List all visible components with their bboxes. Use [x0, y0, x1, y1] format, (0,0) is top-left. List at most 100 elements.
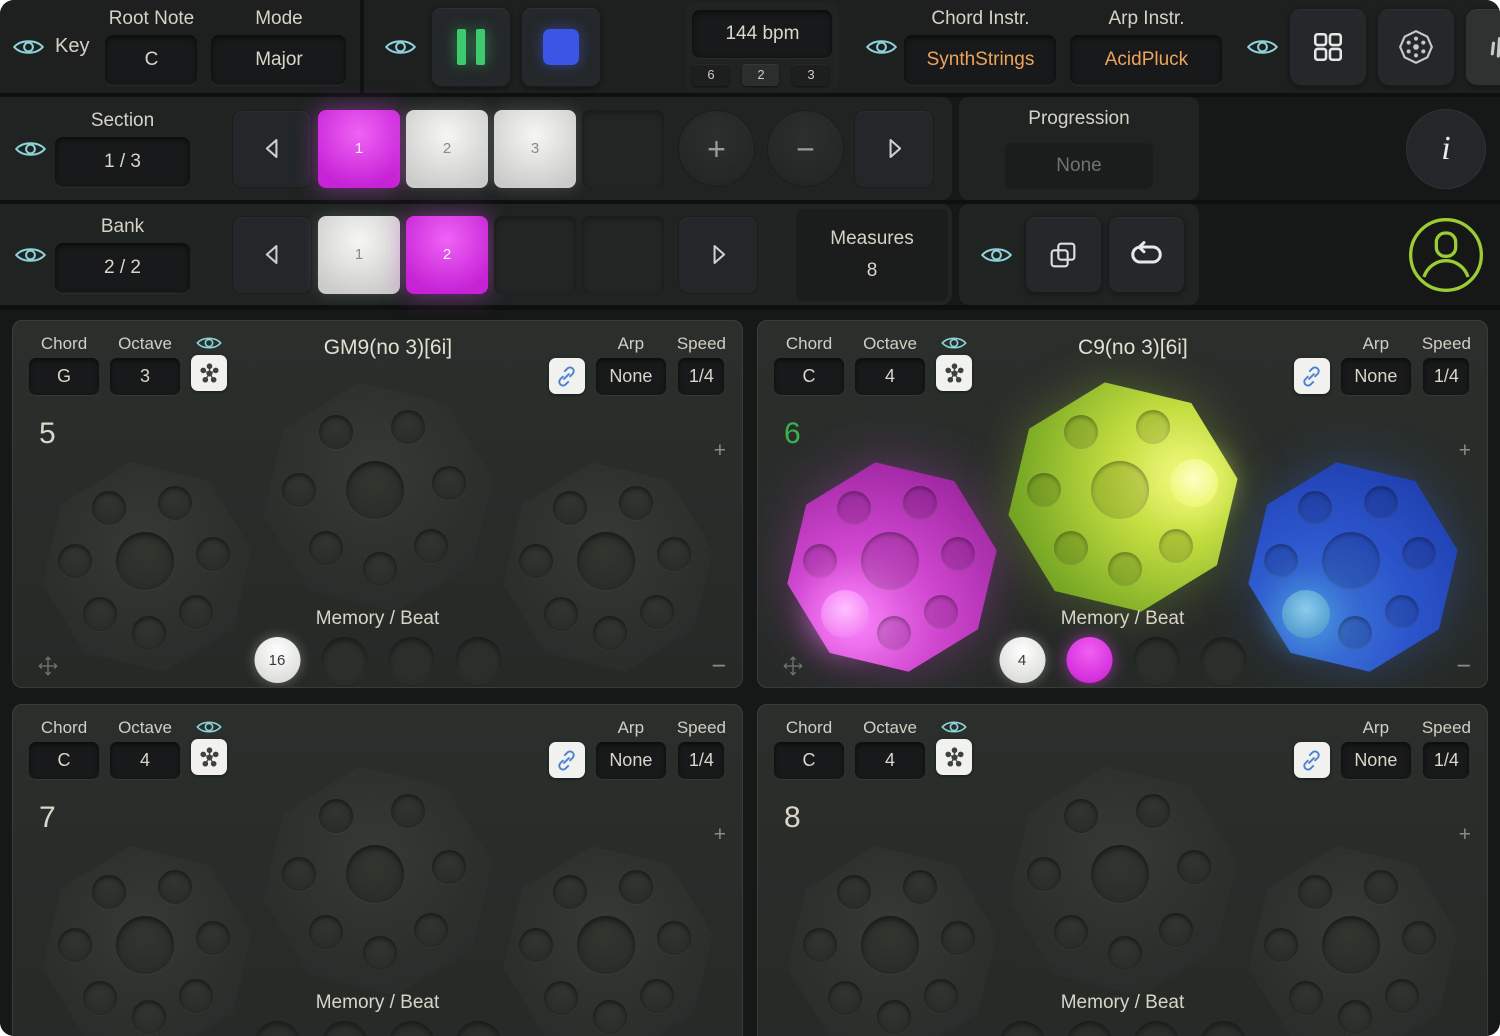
octave-select[interactable]: 4	[110, 742, 180, 779]
pad-note-dot[interactable]	[553, 875, 587, 909]
chord-pad-octagon[interactable]	[786, 845, 998, 1036]
speed-select[interactable]: 1/4	[678, 742, 724, 779]
prev-bank-button[interactable]	[232, 216, 312, 294]
pad-center-dot[interactable]	[577, 532, 635, 590]
time-signature-box[interactable]: 3	[792, 64, 829, 86]
pad-note-dot[interactable]	[657, 537, 691, 571]
pad-note-dot[interactable]	[1298, 491, 1332, 525]
pad-note-dot[interactable]	[1159, 913, 1193, 947]
memory-beat-cell[interactable]	[388, 1021, 434, 1036]
pad-note-dot[interactable]	[363, 936, 397, 970]
link-icon[interactable]	[1294, 358, 1330, 394]
section-pad-4[interactable]	[582, 110, 664, 188]
progression-select[interactable]: None	[1005, 143, 1153, 189]
mode-select[interactable]: Major	[211, 35, 346, 85]
transport-visibility-eye-icon[interactable]	[384, 36, 417, 58]
pad-note-dot[interactable]	[1289, 981, 1323, 1015]
pad-note-dot[interactable]	[319, 799, 353, 833]
sticks-view-button[interactable]	[1465, 8, 1500, 86]
add-pad-button[interactable]: +	[714, 823, 726, 847]
octave-select[interactable]: 4	[855, 742, 925, 779]
pad-note-dot[interactable]	[544, 597, 578, 631]
pad-note-dot[interactable]	[640, 979, 674, 1013]
section-pad-2[interactable]: 2	[406, 110, 488, 188]
pad-note-dot[interactable]	[803, 544, 837, 578]
pad-note-dot[interactable]	[158, 486, 192, 520]
pad-note-dot[interactable]	[196, 921, 230, 955]
pad-note-dot[interactable]	[363, 552, 397, 586]
info-button[interactable]: i	[1406, 109, 1486, 189]
memory-beat-cell[interactable]	[1200, 637, 1246, 683]
chord-pad-octagon[interactable]	[502, 461, 714, 673]
pad-note-dot[interactable]	[282, 473, 316, 507]
pad-note-dot[interactable]	[941, 537, 975, 571]
pad-center-dot[interactable]	[861, 916, 919, 974]
pad-note-dot[interactable]	[619, 486, 653, 520]
chord-select[interactable]: C	[774, 358, 844, 395]
next-bank-button[interactable]	[678, 216, 758, 294]
pad-note-dot[interactable]	[903, 870, 937, 904]
pad-center-dot[interactable]	[346, 461, 404, 519]
pad-center-dot[interactable]	[1091, 461, 1149, 519]
memory-beat-cell[interactable]	[455, 637, 501, 683]
memory-beat-cell[interactable]	[321, 637, 367, 683]
pad-note-dot[interactable]	[803, 928, 837, 962]
memory-beat-cell[interactable]	[388, 637, 434, 683]
link-icon[interactable]	[549, 358, 585, 394]
pad-note-dot[interactable]	[519, 544, 553, 578]
tools-visibility-eye-icon[interactable]	[980, 244, 1013, 266]
pad-note-dot[interactable]	[1027, 857, 1061, 891]
chord-pad-octagon[interactable]	[1007, 381, 1239, 613]
bank-visibility-eye-icon[interactable]	[14, 244, 47, 266]
pad-note-dot[interactable]	[1282, 590, 1330, 638]
add-pad-button[interactable]: +	[1459, 823, 1471, 847]
pad-note-dot[interactable]	[544, 981, 578, 1015]
pad-note-dot[interactable]	[640, 595, 674, 629]
pad-note-dot[interactable]	[58, 544, 92, 578]
root-note-select[interactable]: C	[105, 35, 197, 85]
section-pad-1[interactable]: 1	[318, 110, 400, 188]
pad-note-dot[interactable]	[1402, 921, 1436, 955]
pad-note-dot[interactable]	[1264, 544, 1298, 578]
add-section-button[interactable]: +	[678, 110, 755, 187]
chord-pad-octagon[interactable]	[41, 845, 253, 1036]
pad-center-dot[interactable]	[1322, 916, 1380, 974]
chord-select[interactable]: G	[29, 358, 99, 395]
link-icon[interactable]	[549, 742, 585, 778]
measures-value[interactable]: 8	[867, 260, 878, 282]
arp-instrument-select[interactable]: AcidPluck	[1070, 35, 1222, 85]
pad-note-dot[interactable]	[319, 415, 353, 449]
pad-note-dot[interactable]	[1136, 410, 1170, 444]
pad-note-dot[interactable]	[1159, 529, 1193, 563]
pad-note-dot[interactable]	[593, 616, 627, 650]
pad-note-dot[interactable]	[828, 981, 862, 1015]
pad-note-dot[interactable]	[282, 857, 316, 891]
note-cluster-icon[interactable]	[936, 739, 972, 775]
note-cluster-icon[interactable]	[191, 739, 227, 775]
pad-note-dot[interactable]	[903, 486, 937, 520]
pad-note-dot[interactable]	[1338, 1000, 1372, 1034]
pad-center-dot[interactable]	[116, 916, 174, 974]
memory-beat-cell[interactable]	[999, 1021, 1045, 1036]
pad-note-dot[interactable]	[924, 595, 958, 629]
pad-note-dot[interactable]	[391, 410, 425, 444]
pad-note-dot[interactable]	[941, 921, 975, 955]
arp-select[interactable]: None	[1341, 358, 1411, 395]
remove-pad-button[interactable]: −	[711, 652, 726, 681]
pad-note-dot[interactable]	[132, 1000, 166, 1034]
remove-pad-button[interactable]: −	[1456, 652, 1471, 681]
speed-select[interactable]: 1/4	[678, 358, 724, 395]
pad-note-dot[interactable]	[1364, 486, 1398, 520]
prev-section-button[interactable]	[232, 110, 312, 188]
chord-pad-octagon[interactable]	[786, 461, 998, 673]
stop-button[interactable]	[521, 7, 601, 87]
arp-select[interactable]: None	[1341, 742, 1411, 779]
chord-pad-octagon[interactable]	[502, 845, 714, 1036]
chord-instrument-select[interactable]: SynthStrings	[904, 35, 1056, 85]
pad-center-dot[interactable]	[1091, 845, 1149, 903]
link-icon[interactable]	[1294, 742, 1330, 778]
pad-note-dot[interactable]	[1298, 875, 1332, 909]
pad-note-dot[interactable]	[877, 616, 911, 650]
pad-note-dot[interactable]	[553, 491, 587, 525]
panel-visibility-eye-icon[interactable]	[195, 718, 223, 736]
